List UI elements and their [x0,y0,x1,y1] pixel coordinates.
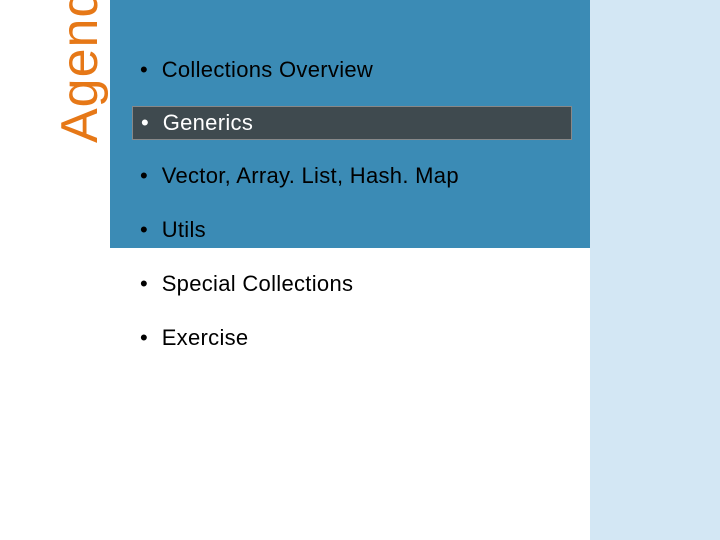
bullet-label: Generics [163,110,253,136]
bullet-icon: • [140,165,148,187]
bullet-label: Collections Overview [162,57,373,83]
bullet-icon: • [140,327,148,349]
bullet-icon: • [140,273,148,295]
bullet-icon: • [140,59,148,81]
right-accent-panel [590,0,720,540]
bullet-label: Special Collections [162,271,354,297]
list-item-highlighted: • Generics [132,106,572,140]
slide-title: Agenda [50,0,110,143]
bullet-list: • Collections Overview • Generics • Vect… [132,52,572,374]
list-item: • Collections Overview [132,52,572,88]
bullet-icon: • [140,219,148,241]
bullet-icon: • [141,112,149,134]
list-item: • Utils [132,212,572,248]
slide: Agenda • Collections Overview • Generics… [0,0,720,540]
bullet-label: Vector, Array. List, Hash. Map [162,163,459,189]
list-item: • Exercise [132,320,572,356]
bullet-label: Utils [162,217,206,243]
list-item: • Vector, Array. List, Hash. Map [132,158,572,194]
list-item: • Special Collections [132,266,572,302]
bullet-label: Exercise [162,325,249,351]
